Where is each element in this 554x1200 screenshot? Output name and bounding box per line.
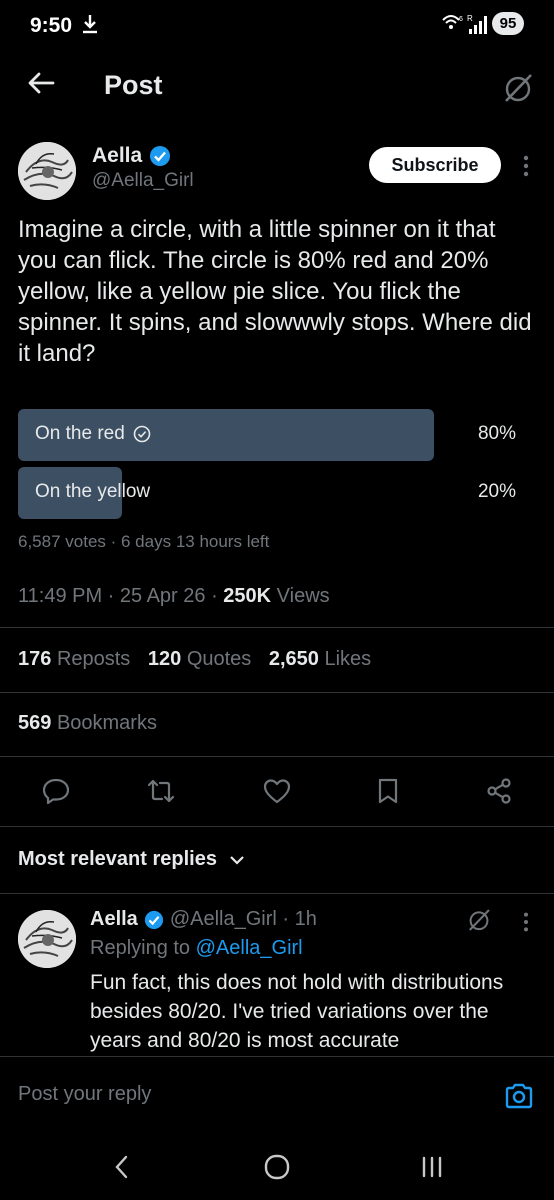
divider: [0, 692, 554, 693]
like-icon: [263, 779, 291, 804]
reply-handle-time: @Aella_Girl · 1h: [169, 908, 317, 930]
engagement-stats: 176 Reposts 120 Quotes 2,650 Likes: [18, 648, 383, 671]
quotes-stat[interactable]: 120 Quotes: [148, 648, 251, 670]
svg-text:R: R: [467, 14, 473, 23]
divider: [0, 756, 554, 757]
home-circle-icon: [264, 1154, 290, 1180]
reply-button[interactable]: [41, 776, 71, 806]
bookmark-icon: [378, 778, 398, 804]
verified-badge-icon: [144, 910, 163, 929]
quotes-label: Quotes: [186, 648, 252, 670]
bookmarks-stat[interactable]: 569 Bookmarks: [18, 712, 157, 735]
signal-icon: R: [467, 13, 489, 35]
bookmarks-count: 569: [18, 712, 52, 734]
replies-sort-label: Most relevant replies: [18, 848, 217, 870]
grok-button[interactable]: [498, 68, 538, 108]
system-home-button[interactable]: [257, 1150, 297, 1184]
post-text: Imagine a circle, with a little spinner …: [18, 216, 532, 367]
recents-icon: [422, 1156, 442, 1178]
chevron-down-icon: [230, 855, 244, 865]
reply-more-options-button[interactable]: [516, 908, 536, 936]
poll-option-percent: 20%: [477, 481, 516, 502]
check-circle-icon: [133, 425, 151, 443]
system-back-button[interactable]: [102, 1150, 142, 1184]
avatar[interactable]: [18, 142, 76, 200]
views-label: Views: [271, 585, 330, 607]
reply-input[interactable]: [18, 1083, 458, 1106]
camera-button[interactable]: [503, 1081, 535, 1111]
replying-to-prefix: Replying to: [90, 937, 196, 959]
more-vertical-icon: [523, 912, 529, 932]
status-time: 9:50: [30, 14, 73, 37]
poll-option: On the yellow 20%: [18, 467, 538, 519]
arrow-left-icon: [28, 72, 55, 94]
quotes-count: 120: [147, 648, 182, 670]
like-button[interactable]: [262, 776, 292, 806]
bookmarks-label: Bookmarks: [56, 712, 157, 734]
reply-composer: [0, 1056, 554, 1131]
more-vertical-icon: [523, 155, 529, 177]
grok-icon: [505, 74, 532, 102]
grok-button[interactable]: [464, 905, 494, 935]
author-name[interactable]: Aella: [92, 144, 142, 168]
replying-to-handle[interactable]: @Aella_Girl: [196, 937, 303, 959]
download-icon: [82, 14, 98, 34]
reply-header: Aella @Aella_Girl · 1h: [90, 908, 317, 931]
page-title: Post: [104, 70, 163, 100]
bookmark-button[interactable]: [373, 776, 403, 806]
chevron-left-icon: [115, 1155, 128, 1179]
replies-sort-dropdown[interactable]: Most relevant replies: [18, 848, 245, 871]
poll-option: On the red 80%: [18, 409, 538, 461]
more-options-button[interactable]: [516, 151, 536, 181]
reply-author-name[interactable]: Aella: [90, 908, 138, 931]
poll-option-label: On the red: [35, 423, 125, 444]
likes-label: Likes: [324, 648, 372, 670]
reposts-stat[interactable]: 176 Reposts: [18, 648, 130, 670]
repost-icon: [147, 779, 175, 803]
poll-option-percent: 80%: [477, 423, 516, 444]
replying-to: Replying to @Aella_Girl: [90, 937, 303, 960]
back-button[interactable]: [24, 66, 58, 100]
reposts-count: 176: [18, 648, 52, 670]
verified-badge-icon: [149, 145, 171, 167]
divider: [0, 893, 554, 894]
wifi-icon: 6: [441, 13, 465, 33]
post-timestamp: 11:49 PM · 25 Apr 26 · 250K Views: [18, 585, 330, 608]
reply-text: Fun fact, this does not hold with distri…: [90, 971, 504, 1052]
repost-button[interactable]: [146, 776, 176, 806]
status-bar: 9:50 6 R 95: [0, 0, 554, 52]
views-count: 250K: [223, 585, 272, 607]
camera-icon: [505, 1083, 533, 1109]
system-nav-bar: [0, 1130, 554, 1200]
avatar-image: [18, 142, 76, 200]
poll-meta: 6,587 votes · 6 days 13 hours left: [18, 532, 270, 551]
author-handle[interactable]: @Aella_Girl: [92, 170, 194, 192]
grok-icon: [469, 909, 490, 931]
avatar-image: [18, 910, 76, 968]
share-icon: [487, 778, 511, 804]
likes-stat[interactable]: 2,650 Likes: [269, 648, 371, 670]
reposts-label: Reposts: [56, 648, 131, 670]
share-button[interactable]: [484, 776, 514, 806]
poll-option-label: On the yellow: [35, 481, 151, 502]
divider: [0, 627, 554, 628]
reply-icon: [42, 778, 70, 805]
battery-indicator: 95: [492, 12, 524, 35]
reply-avatar[interactable]: [18, 910, 76, 968]
svg-text:6: 6: [459, 16, 463, 23]
likes-count: 2,650: [268, 648, 319, 670]
subscribe-button[interactable]: Subscribe: [369, 147, 501, 183]
post-date-text: 11:49 PM · 25 Apr 26 ·: [18, 585, 224, 607]
system-recents-button[interactable]: [412, 1150, 452, 1184]
divider: [0, 826, 554, 827]
